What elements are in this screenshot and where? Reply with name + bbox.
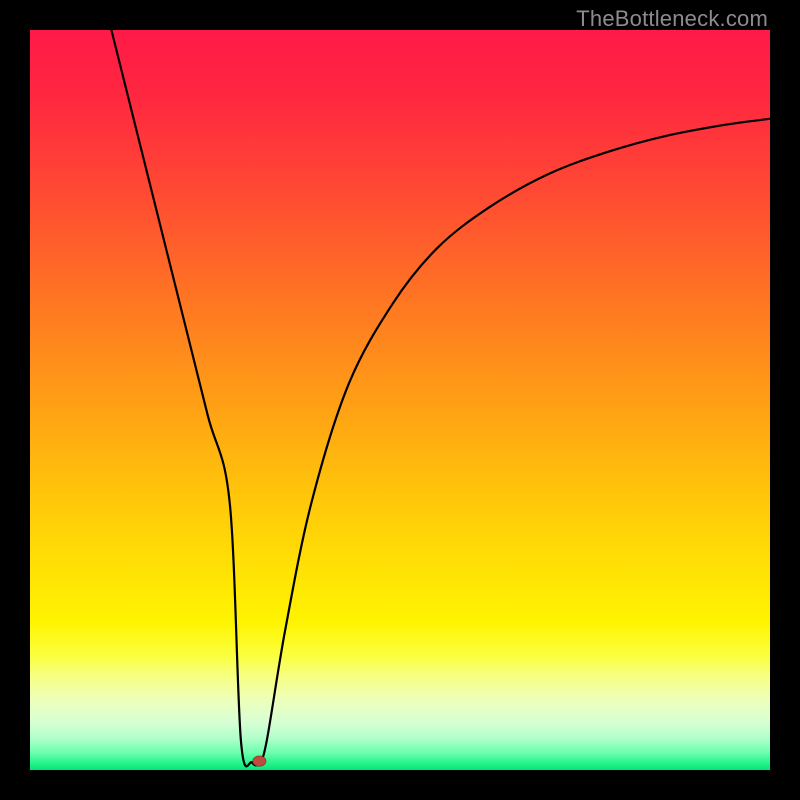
chart-curve-layer: [30, 30, 770, 770]
chart-frame: TheBottleneck.com: [0, 0, 800, 800]
bottleneck-curve: [111, 30, 770, 766]
sweet-spot-marker: [253, 756, 266, 766]
plot-area: [30, 30, 770, 770]
watermark-text: TheBottleneck.com: [576, 6, 768, 32]
